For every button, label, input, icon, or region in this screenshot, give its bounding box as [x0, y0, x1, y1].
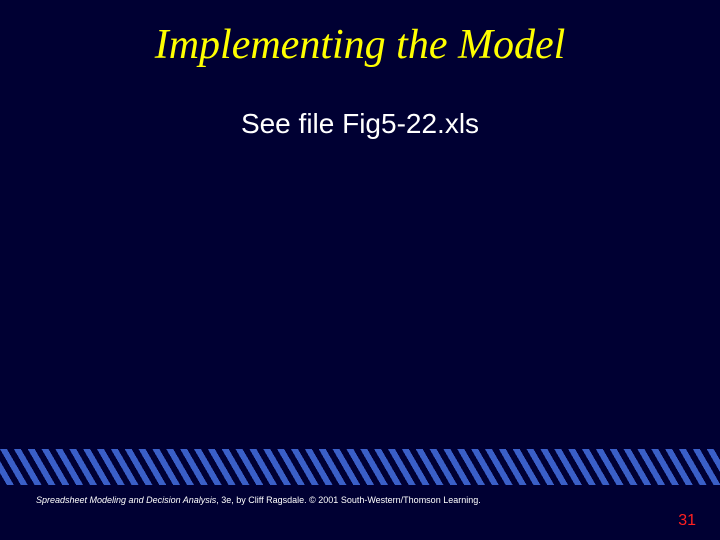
slide-body-text: See file Fig5-22.xls — [0, 68, 720, 140]
footer-citation: Spreadsheet Modeling and Decision Analys… — [36, 495, 481, 506]
divider-stripe-bar — [0, 449, 720, 485]
citation-book-title: Spreadsheet Modeling and Decision Analys… — [36, 495, 216, 505]
slide-number: 31 — [678, 512, 696, 530]
citation-rest: , 3e, by Cliff Ragsdale. © 2001 South-We… — [216, 495, 480, 505]
slide-title: Implementing the Model — [0, 0, 720, 68]
